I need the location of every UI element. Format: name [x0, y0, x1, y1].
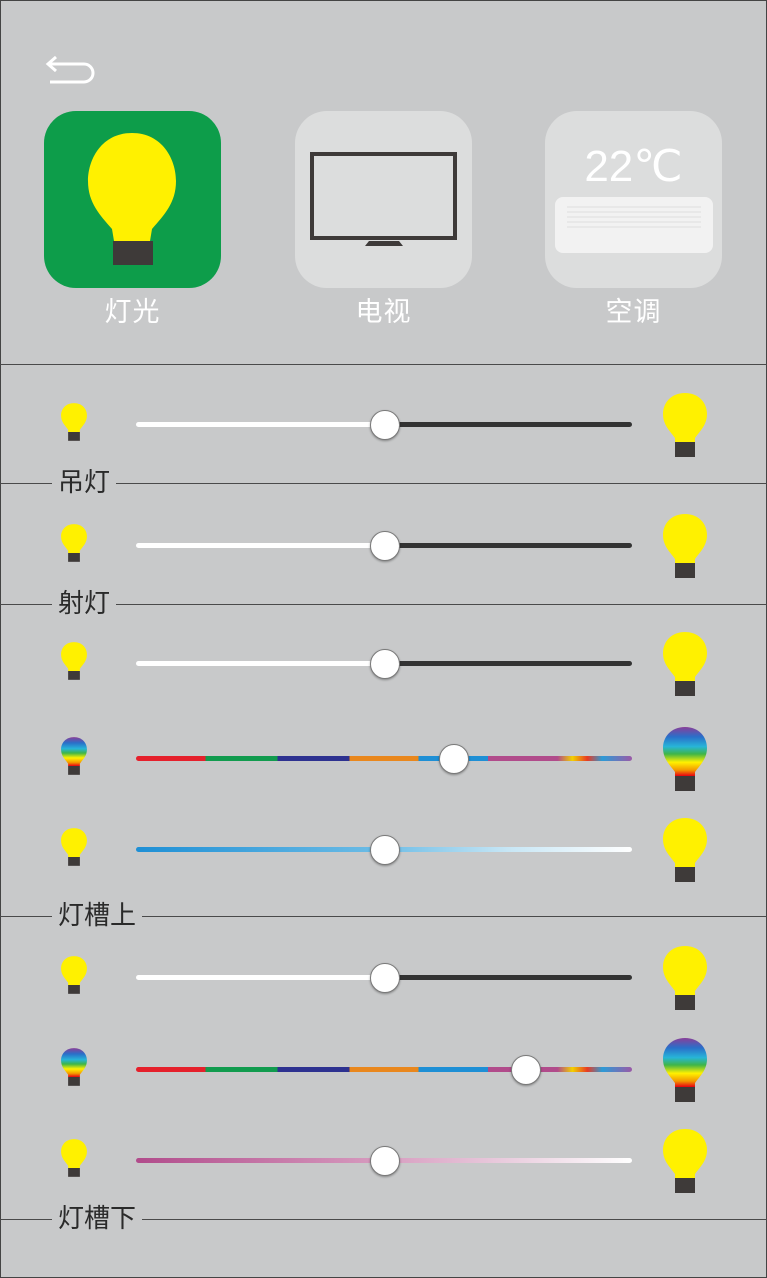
bulb-large-icon: [663, 946, 707, 1010]
bulb-small-icon: [61, 1139, 87, 1177]
device-tile-light[interactable]: [44, 111, 221, 288]
divider-top: [0, 364, 767, 365]
bulb-small-icon: [61, 956, 87, 994]
device-tile-tv[interactable]: [295, 111, 472, 288]
bulb-small-icon: [59, 523, 89, 567]
bulb-small-icon: [59, 402, 89, 446]
device-label-tv: 电视: [355, 297, 412, 328]
bulb-large-icon: [663, 393, 707, 457]
device-label-ac: 空调: [605, 297, 662, 328]
tv-icon: [310, 152, 457, 246]
section-label-pendant: 吊灯: [52, 468, 117, 498]
bulb-large-icon: [663, 514, 707, 578]
color-bulb-large-icon: [661, 725, 709, 797]
bulb-large-icon: [661, 391, 709, 463]
slider-thumb[interactable]: [370, 531, 400, 561]
color-bulb-large-icon: [663, 727, 707, 791]
color-bulb-large-icon: [661, 1036, 709, 1108]
slider-track-color[interactable]: [136, 756, 632, 761]
bulb-small-icon: [59, 955, 89, 999]
bulb-small-icon: [61, 524, 87, 562]
device-tile-ac[interactable]: 22℃: [545, 111, 722, 288]
color-bulb-small-icon: [61, 737, 87, 775]
bulb-large-icon: [663, 818, 707, 882]
bulb-small-icon: [59, 827, 89, 871]
bulb-small-icon: [59, 1138, 89, 1182]
bulb-large-icon: [661, 944, 709, 1016]
slider-thumb[interactable]: [370, 835, 400, 865]
back-arrow-icon[interactable]: [44, 54, 100, 84]
color-bulb-small-icon: [61, 1048, 87, 1086]
color-bulb-small-icon: [59, 1047, 89, 1091]
bulb-small-icon: [61, 642, 87, 680]
bulb-large-icon: [661, 512, 709, 584]
slider-thumb[interactable]: [370, 963, 400, 993]
color-bulb-large-icon: [663, 1038, 707, 1102]
bulb-small-icon: [59, 641, 89, 685]
color-bulb-small-icon: [59, 736, 89, 780]
bulb-large-icon: [661, 816, 709, 888]
bulb-large-icon: [663, 1129, 707, 1193]
slider-thumb[interactable]: [370, 410, 400, 440]
section-label-spotlight: 射灯: [52, 589, 117, 619]
bulb-small-icon: [61, 403, 87, 441]
slider-track-color[interactable]: [136, 1067, 632, 1072]
bulb-large-icon: [661, 630, 709, 702]
slider-thumb[interactable]: [370, 649, 400, 679]
bulb-large-icon: [663, 632, 707, 696]
section-label-cove-upper: 灯槽上: [52, 901, 143, 931]
bulb-icon: [88, 133, 176, 265]
slider-thumb[interactable]: [370, 1146, 400, 1176]
device-label-light: 灯光: [104, 297, 161, 328]
bulb-large-icon: [661, 1127, 709, 1199]
ac-icon: [555, 197, 713, 253]
bulb-small-icon: [61, 828, 87, 866]
section-label-cove-lower: 灯槽下: [52, 1204, 143, 1234]
